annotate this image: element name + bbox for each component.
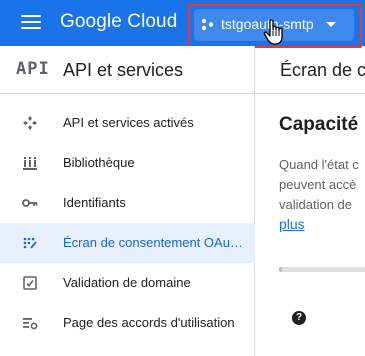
sidebar-item-label: Identifiants	[63, 195, 126, 210]
sidebar-item-label: Écran de consentement OAu…	[63, 235, 243, 250]
sidebar-item-page-usage-agreements[interactable]: Page des accords d'utilisation	[0, 303, 255, 343]
caret-down-icon	[326, 22, 336, 27]
description-line: validation de	[279, 197, 352, 212]
progress-fill	[279, 267, 282, 272]
section-title: Capacité	[279, 114, 359, 135]
consent-icon	[23, 237, 37, 249]
key-icon	[22, 199, 38, 207]
api-diamond-icon	[23, 116, 37, 130]
agreements-icon	[23, 318, 38, 330]
google-cloud-logo[interactable]: Google Cloud	[60, 11, 177, 33]
top-app-bar: Google Cloud tstgoauth-smtp	[0, 0, 365, 48]
sidebar-item-oauth-consent[interactable]: Écran de consentement OAu…	[0, 223, 255, 263]
library-icon	[23, 157, 37, 170]
sidebar-item-label: API et services activés	[63, 115, 194, 130]
main-header: Écran de co	[256, 46, 365, 94]
checkbox-icon	[23, 276, 37, 290]
sidebar-item-label: Page des accords d'utilisation	[63, 315, 235, 330]
sidebar-header: API API et services	[0, 46, 255, 94]
hand-pointer-cursor-icon	[263, 19, 283, 45]
api-logo-mark: API	[16, 59, 50, 79]
main-content: Capacité Quand l'état c peuvent accè val…	[256, 95, 365, 356]
progress-bar	[279, 267, 365, 272]
project-dots-icon	[201, 18, 214, 31]
sidebar-item-label: Validation de domaine	[63, 275, 191, 290]
help-icon[interactable]: ?	[292, 311, 306, 325]
sidebar-item-library[interactable]: Bibliothèque	[0, 143, 255, 183]
description-line: peuvent accè	[279, 177, 357, 192]
learn-more-link[interactable]: plus	[279, 216, 305, 232]
description-paragraph: Quand l'état c peuvent accè validation d…	[279, 155, 365, 215]
page-title: Écran de co	[280, 60, 365, 80]
sidebar-item-domain-verification[interactable]: Validation de domaine	[0, 263, 255, 303]
sidebar: API API et services API et services acti…	[0, 46, 255, 356]
sidebar-item-credentials[interactable]: Identifiants	[0, 183, 255, 223]
menu-icon[interactable]	[21, 14, 41, 30]
sidebar-title: API et services	[63, 60, 184, 80]
description-line: Quand l'état c	[279, 157, 359, 172]
sidebar-item-enabled-apis[interactable]: API et services activés	[0, 103, 255, 143]
sidebar-item-label: Bibliothèque	[63, 155, 135, 170]
